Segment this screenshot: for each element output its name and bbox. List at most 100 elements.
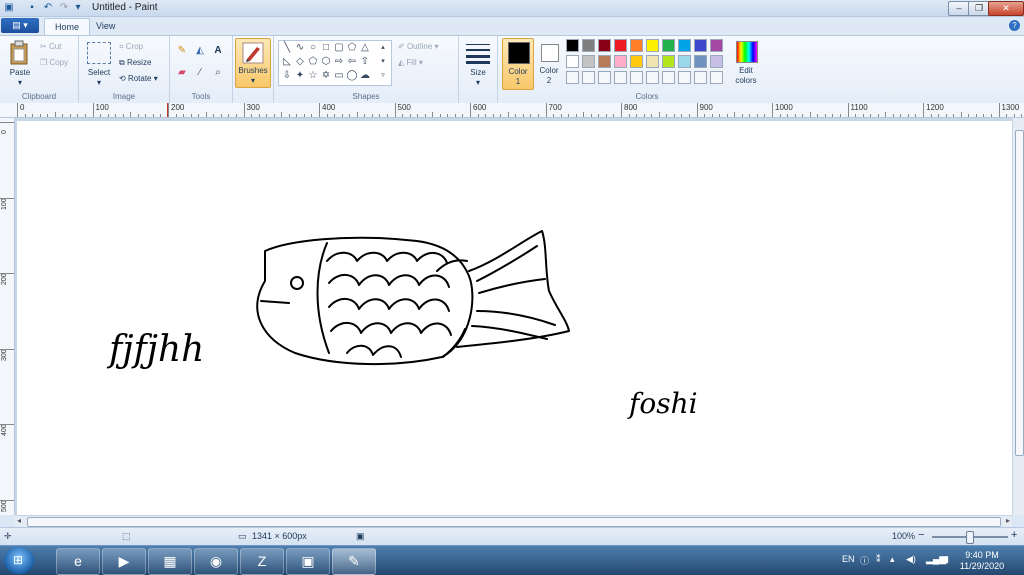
color-swatch[interactable] — [614, 55, 627, 68]
color-swatch[interactable] — [662, 39, 675, 52]
battery-icon[interactable]: ▮ — [944, 554, 949, 565]
maximize-button[interactable]: ❐ — [968, 1, 990, 16]
magnifier-icon[interactable]: ⌕ — [211, 66, 225, 80]
five-point-star-shape-icon[interactable]: ☆ — [307, 70, 319, 82]
crop-button[interactable]: ⌗ Crop — [119, 42, 143, 52]
rotate-button[interactable]: ⟲ Rotate ▾ — [119, 74, 158, 83]
color-swatch[interactable] — [678, 55, 691, 68]
line-shape-icon[interactable]: ╲ — [281, 42, 293, 54]
hexagon-shape-icon[interactable]: ⬡ — [320, 56, 332, 68]
quick-access-dropdown-icon[interactable]: ▾ — [72, 2, 84, 14]
color-swatch[interactable] — [630, 71, 643, 84]
horizontal-scrollbar[interactable]: ◂ ▸ — [15, 515, 1012, 527]
vertical-scrollbar[interactable] — [1012, 118, 1024, 515]
cloud-callout-shape-icon[interactable]: ☁ — [359, 70, 371, 82]
brushes-button[interactable]: Brushes ▾ — [235, 38, 271, 88]
color-swatch[interactable] — [598, 55, 611, 68]
clock-time[interactable]: 9:40 PM — [954, 550, 1010, 560]
cut-button[interactable]: ✂ Cut — [40, 42, 61, 51]
fill-bucket-icon[interactable]: ◭ — [193, 44, 207, 58]
tab-home[interactable]: Home — [44, 18, 91, 36]
oval-shape-icon[interactable]: ○ — [307, 42, 319, 54]
color-swatch[interactable] — [582, 55, 595, 68]
start-button[interactable]: ⊞ — [4, 547, 34, 574]
copy-button[interactable]: ❐ Copy — [40, 58, 68, 67]
paste-button[interactable]: Paste — [2, 68, 38, 77]
up-arrow-shape-icon[interactable]: ⇧ — [359, 56, 371, 68]
size-dropdown-icon[interactable]: ▾ — [459, 78, 497, 87]
line-size-icon[interactable] — [466, 42, 490, 64]
color-swatch[interactable] — [598, 39, 611, 52]
color-picker-icon[interactable]: ⁄ — [193, 66, 207, 80]
color-swatch[interactable] — [630, 39, 643, 52]
language-indicator[interactable]: EN — [842, 554, 855, 564]
taskbar-ie-icon[interactable]: e — [56, 548, 100, 575]
color-swatch[interactable] — [614, 39, 627, 52]
volume-icon[interactable]: ◀) — [906, 554, 916, 565]
paste-icon[interactable] — [8, 40, 30, 66]
right-arrow-shape-icon[interactable]: ⇨ — [333, 56, 345, 68]
fill-button[interactable]: ◭ Fill ▾ — [398, 58, 423, 67]
taskbar-paint-icon[interactable]: ✎ — [332, 548, 376, 575]
color-swatch[interactable] — [598, 71, 611, 84]
color-swatch[interactable] — [710, 71, 723, 84]
pencil-icon[interactable]: ✎ — [175, 44, 189, 58]
size-button[interactable]: Size — [459, 68, 497, 77]
color-swatch[interactable] — [662, 71, 675, 84]
tray-expand-icon[interactable]: ▴ — [890, 554, 895, 565]
color-swatch[interactable] — [694, 71, 707, 84]
color-swatch[interactable] — [614, 71, 627, 84]
drawing-canvas[interactable]: fjfjhh foshi — [17, 121, 1012, 515]
horizontal-scroll-thumb[interactable] — [27, 517, 1001, 527]
close-button[interactable]: ✕ — [988, 1, 1024, 16]
tray-network-icon[interactable]: ⁑ — [876, 554, 881, 565]
pentagon-shape-icon[interactable]: ⬠ — [307, 56, 319, 68]
select-icon[interactable] — [87, 42, 111, 64]
color-swatch[interactable] — [678, 71, 691, 84]
zoom-in-button[interactable]: + — [1011, 529, 1017, 541]
taskbar-explorer-icon[interactable]: ▦ — [148, 548, 192, 575]
scroll-right-icon[interactable]: ▸ — [1006, 516, 1010, 525]
zoom-out-button[interactable]: − — [918, 529, 924, 541]
color-swatch[interactable] — [566, 55, 579, 68]
curve-shape-icon[interactable]: ∿ — [294, 42, 306, 54]
tray-help-icon[interactable]: ⓘ — [860, 554, 869, 567]
rectangle-shape-icon[interactable]: □ — [320, 42, 332, 54]
taskbar-chrome-icon[interactable]: ◉ — [194, 548, 238, 575]
help-icon[interactable]: ? — [1009, 20, 1020, 31]
select-dropdown-icon[interactable]: ▾ — [81, 78, 117, 87]
eraser-icon[interactable]: ▰ — [175, 66, 189, 80]
color2-button[interactable]: Color 2 — [535, 38, 563, 88]
right-triangle-shape-icon[interactable]: ◺ — [281, 56, 293, 68]
text-tool-icon[interactable]: A — [211, 44, 225, 58]
color-swatch[interactable] — [710, 55, 723, 68]
color-swatch[interactable] — [630, 55, 643, 68]
left-arrow-shape-icon[interactable]: ⇦ — [346, 56, 358, 68]
color-swatch[interactable] — [694, 55, 707, 68]
zoom-slider-thumb[interactable] — [966, 531, 974, 544]
paste-dropdown-icon[interactable]: ▾ — [2, 78, 38, 87]
save-icon[interactable]: ▪ — [26, 2, 38, 14]
four-point-star-shape-icon[interactable]: ✦ — [294, 70, 306, 82]
clock-date[interactable]: 11/29/2020 — [954, 561, 1010, 571]
scroll-left-icon[interactable]: ◂ — [17, 516, 21, 525]
taskbar-media-icon[interactable]: ▶ — [102, 548, 146, 575]
color-swatch[interactable] — [662, 55, 675, 68]
taskbar-remote-icon[interactable]: ▣ — [286, 548, 330, 575]
color1-button[interactable]: Color 1 — [502, 38, 534, 90]
edit-colors-button[interactable]: Edit colors — [730, 38, 762, 88]
shapes-expand-icon[interactable]: ▿ — [377, 70, 389, 82]
six-point-star-shape-icon[interactable]: ✡ — [320, 70, 332, 82]
redo-icon[interactable]: ↷ — [58, 2, 70, 14]
shapes-scroll-down-icon[interactable]: ▾ — [377, 56, 389, 68]
color-swatch[interactable] — [646, 55, 659, 68]
resize-button[interactable]: ⧉ Resize — [119, 58, 151, 68]
color-swatch[interactable] — [646, 71, 659, 84]
color-swatch[interactable] — [694, 39, 707, 52]
taskbar-zalo-icon[interactable]: Z — [240, 548, 284, 575]
outline-button[interactable]: ✐ Outline ▾ — [398, 42, 439, 51]
select-button[interactable]: Select — [81, 68, 117, 77]
oval-callout-shape-icon[interactable]: ◯ — [346, 70, 358, 82]
color-swatch[interactable] — [710, 39, 723, 52]
undo-icon[interactable]: ↶ — [42, 2, 54, 14]
